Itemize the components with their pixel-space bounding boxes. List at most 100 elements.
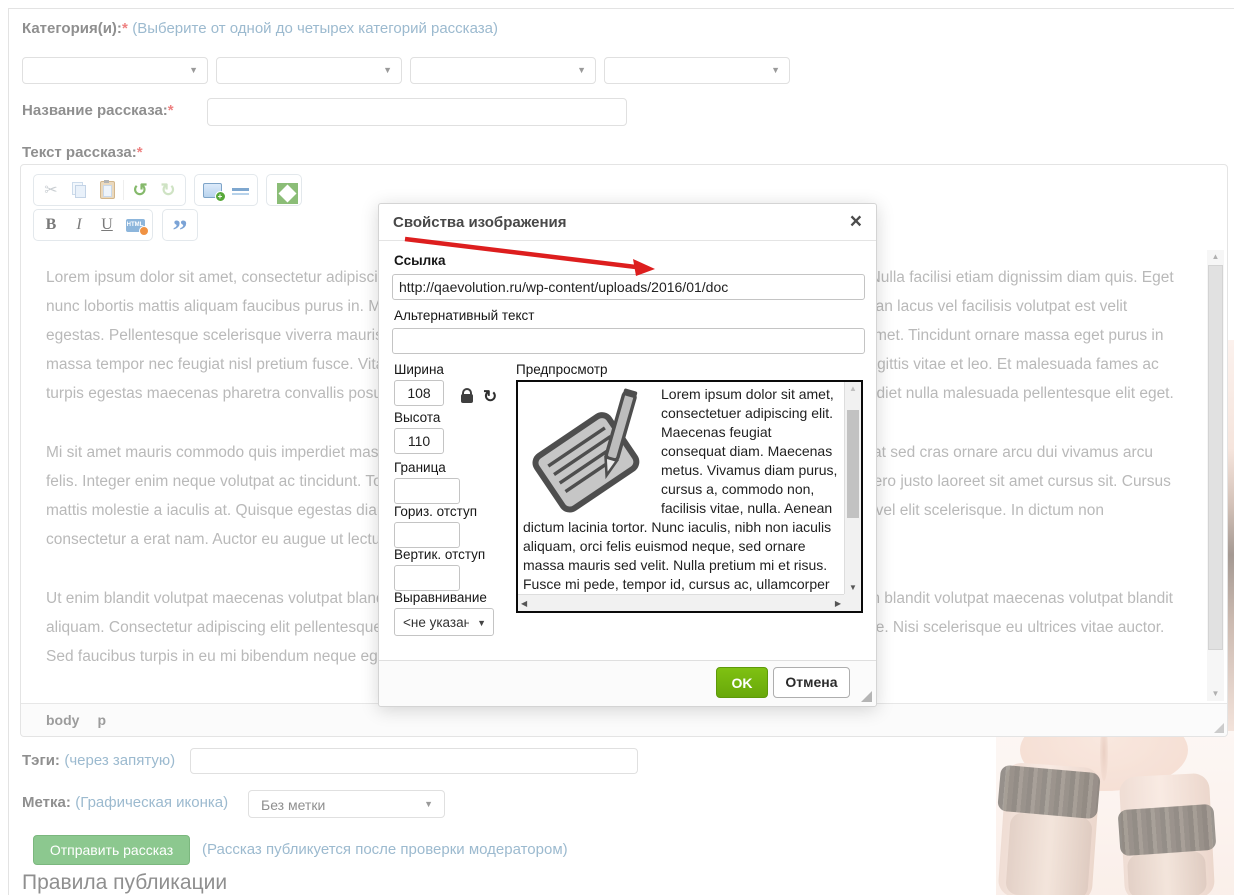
italic-button[interactable]: I — [65, 212, 93, 238]
close-icon[interactable]: × — [850, 213, 862, 231]
horizontal-rule-button[interactable] — [226, 177, 254, 203]
category-select-1[interactable]: ▼ — [22, 57, 208, 84]
submit-story-button[interactable]: Отправить рассказ — [33, 835, 190, 865]
chevron-down-icon: ▼ — [383, 65, 392, 75]
background-photo-stockings — [996, 731, 1234, 895]
lock-ratio-icon[interactable] — [461, 394, 473, 403]
underline-button[interactable]: U — [93, 212, 121, 238]
cut-button[interactable]: ✂ — [37, 177, 65, 203]
scroll-up-icon[interactable]: ▲ — [1207, 252, 1224, 262]
scroll-right-icon[interactable]: ▶ — [835, 599, 841, 608]
preview-box: Lorem ipsum dolor sit amet, consectetuer… — [516, 380, 863, 613]
vspace-label: Вертик. отступ — [394, 547, 485, 562]
alt-text-label: Альтернативный текст — [394, 308, 534, 323]
story-submit-page: Категория(и): * (Выберите от одной до чет… — [0, 0, 1234, 895]
html-icon: HTML — [126, 219, 145, 232]
scroll-down-icon[interactable]: ▼ — [1207, 689, 1224, 699]
html-button[interactable]: HTML — [121, 212, 149, 238]
chevron-down-icon: ▼ — [477, 618, 486, 628]
url-input[interactable] — [392, 274, 865, 300]
toolbar-separator — [123, 180, 124, 200]
vspace-input[interactable] — [394, 565, 460, 591]
scroll-left-icon[interactable]: ◀ — [521, 599, 527, 608]
url-label: Ссылка — [394, 253, 445, 268]
toolbar-group-format: B I U HTML — [33, 209, 153, 241]
scroll-up-icon[interactable]: ▲ — [849, 384, 857, 393]
dialog-footer: OK Отмена — [379, 660, 876, 706]
path-item-body[interactable]: body — [46, 712, 79, 728]
align-select[interactable]: <не указано> ▼ — [394, 608, 494, 636]
category-select-4[interactable]: ▼ — [604, 57, 790, 84]
tags-label: Тэги: — [22, 752, 60, 769]
category-hint: (Выберите от одной до четырех категорий … — [132, 20, 498, 37]
story-text-label: Текст рассказа: — [22, 144, 137, 161]
hspace-input[interactable] — [394, 522, 460, 548]
width-input[interactable] — [394, 380, 444, 406]
editor-resize-handle[interactable] — [1214, 723, 1224, 733]
required-asterisk: * — [168, 102, 174, 119]
tags-hint: (через запятую) — [64, 752, 175, 769]
editor-scrollbar[interactable]: ▲ ▼ — [1207, 250, 1224, 701]
copy-icon — [72, 182, 86, 198]
bold-button[interactable]: B — [37, 212, 65, 238]
scrollbar-corner — [844, 594, 861, 611]
ok-button[interactable]: OK — [716, 667, 768, 698]
border-input[interactable] — [394, 478, 460, 504]
undo-button[interactable]: ↺ — [126, 177, 154, 203]
horizontal-rule-icon — [232, 184, 249, 197]
reset-size-icon[interactable]: ↻ — [483, 387, 497, 407]
alt-text-input[interactable] — [392, 328, 865, 354]
mark-label-row: Метка: (Графическая иконка) — [22, 794, 228, 812]
chevron-down-icon: ▼ — [424, 799, 433, 809]
dialog-title: Свойства изображения — [393, 214, 567, 231]
editor-elements-path: body p — [21, 703, 1227, 736]
story-text-label-row: Текст рассказа:* — [22, 144, 143, 162]
photo-right-lace-band — [1118, 804, 1217, 857]
blockquote-icon: ” — [173, 214, 188, 236]
editor-scrollbar-thumb[interactable] — [1208, 265, 1223, 650]
tags-input[interactable] — [190, 748, 638, 774]
paste-button[interactable] — [93, 177, 121, 203]
path-item-p[interactable]: p — [97, 712, 106, 728]
toolbar-group-insert: + — [194, 174, 258, 206]
cancel-button[interactable]: Отмена — [773, 667, 850, 698]
required-asterisk: * — [137, 144, 143, 161]
height-label: Высота — [394, 410, 440, 425]
mark-select-value: Без метки — [261, 797, 325, 813]
height-input[interactable] — [394, 428, 444, 454]
mark-select[interactable]: Без метки ▼ — [248, 790, 445, 818]
redo-icon: ↻ — [160, 180, 175, 201]
maximize-icon — [277, 183, 292, 198]
editor-toolbar-row-1: ✂ ↺ ↻ + — [33, 174, 302, 206]
story-title-label-row: Название рассказа:* — [22, 102, 174, 120]
hspace-label: Гориз. отступ — [394, 504, 477, 519]
redo-button[interactable]: ↻ — [154, 177, 182, 203]
photo-left-lace-band — [997, 765, 1101, 820]
category-label: Категория(и): — [22, 20, 122, 37]
chevron-down-icon: ▼ — [189, 65, 198, 75]
scroll-down-icon[interactable]: ▼ — [849, 583, 857, 592]
category-label-row: Категория(и):* (Выберите от одной до чет… — [22, 20, 498, 38]
dialog-title-bar[interactable]: Свойства изображения × — [379, 204, 876, 241]
category-select-2[interactable]: ▼ — [216, 57, 402, 84]
preview-label: Предпросмотр — [516, 362, 608, 377]
photo-right-stocking — [1127, 851, 1207, 895]
insert-image-button[interactable]: + — [198, 177, 226, 203]
category-select-3[interactable]: ▼ — [410, 57, 596, 84]
maximize-button[interactable] — [270, 177, 298, 203]
mark-label: Метка: — [22, 794, 71, 811]
dialog-resize-handle[interactable] — [861, 691, 872, 702]
blockquote-button[interactable]: ” — [166, 212, 194, 238]
preview-vertical-scrollbar[interactable]: ▲ ▼ — [844, 382, 861, 594]
preview-scrollbar-thumb[interactable] — [847, 410, 859, 518]
width-label: Ширина — [394, 362, 444, 377]
submit-hint: (Рассказ публикуется после проверки моде… — [202, 841, 568, 858]
story-title-input[interactable] — [207, 98, 627, 126]
publication-rules-heading: Правила публикации — [22, 871, 227, 895]
notepad-pencil-image — [525, 387, 653, 515]
editor-toolbar-row-2: B I U HTML ” — [33, 209, 198, 241]
paste-icon — [100, 181, 115, 199]
insert-image-icon: + — [203, 183, 222, 198]
preview-horizontal-scrollbar[interactable]: ◀ ▶ — [518, 594, 844, 611]
copy-button[interactable] — [65, 177, 93, 203]
